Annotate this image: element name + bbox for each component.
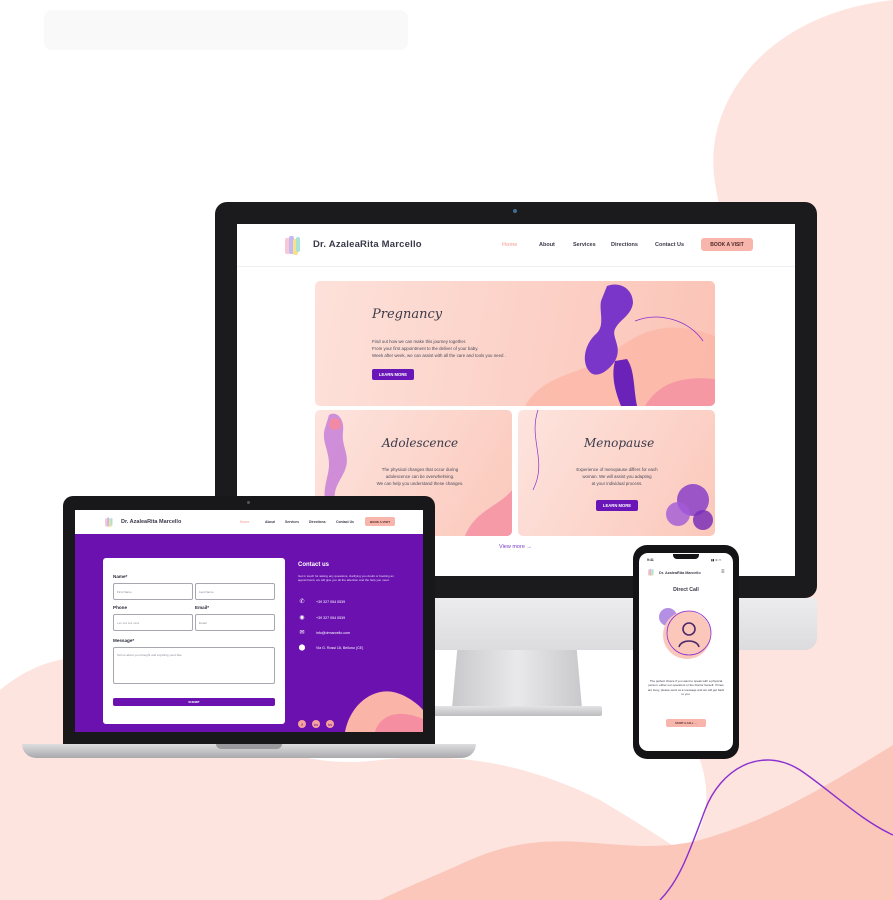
nav-directions[interactable]: Directions: [611, 242, 638, 248]
call-illustration: [659, 608, 712, 659]
book-visit-button[interactable]: BOOK A VISIT: [365, 517, 395, 526]
view-more-link[interactable]: View more →: [499, 544, 532, 550]
contact-phone-2[interactable]: +39 327 054 0539: [316, 616, 345, 620]
nav-contact[interactable]: Contact Us: [336, 520, 354, 524]
submit-button[interactable]: SUBMIT: [113, 698, 275, 706]
nav-directions[interactable]: Directions: [309, 520, 326, 524]
phone-icon: ✆: [299, 599, 305, 605]
laptop-notch: [216, 744, 282, 749]
laptop-navbar: Dr. AzaleaRita Marcello Home About Servi…: [75, 510, 423, 534]
status-time: 9:41: [647, 558, 654, 562]
adolescence-text-line: We can help you understand these changes…: [376, 481, 464, 486]
menopause-text: Experience of menopause differs for each…: [542, 466, 692, 487]
pregnancy-text-line: From your first appointment to the deliv…: [372, 346, 479, 351]
phone-screen: 9:41 ▮▮ ≋ ▭ Dr. AzaleaRita Marcello ≡ Di…: [639, 553, 733, 751]
phone-label: Phone: [113, 605, 128, 610]
email-label: Email*: [195, 605, 210, 610]
menopause-learn-more-button[interactable]: LEARN MORE: [596, 500, 638, 511]
instagram-icon[interactable]: in: [312, 720, 320, 728]
brand-name[interactable]: Dr. AzaleaRita Marcello: [313, 239, 422, 250]
camera: [513, 209, 517, 213]
laptop-screen: Dr. AzaleaRita Marcello Home About Servi…: [75, 510, 423, 732]
start-call-button[interactable]: START A CALL →: [666, 719, 706, 727]
pregnancy-card: Pregnancy Find out how we can make this …: [315, 281, 715, 406]
contact-address: Via G. Rossi 18, Belluno (CE): [316, 646, 364, 650]
menopause-title: Menopause: [584, 436, 655, 450]
brand-name[interactable]: Dr. AzaleaRita Marcello: [121, 519, 181, 525]
monitor-stand-base: [432, 706, 602, 716]
logo-icon: [105, 517, 113, 527]
menopause-card: Menopause Experience of menopause differ…: [518, 410, 715, 536]
monitor-stand: [452, 650, 582, 708]
logo-icon: [285, 236, 300, 255]
contact-address-row: ⬤ Via G. Rossi 18, Belluno (CE): [298, 644, 364, 652]
pregnancy-learn-more-button[interactable]: LEARN MORE: [372, 369, 414, 380]
adolescence-text-line: The physical changes that occur during: [381, 467, 459, 472]
facebook-icon[interactable]: f: [298, 720, 306, 728]
nav-home[interactable]: Home: [502, 242, 517, 248]
message-textarea[interactable]: Tell us about you thought and anything y…: [113, 647, 275, 684]
message-label: Message*: [113, 638, 135, 643]
camera: [247, 501, 250, 504]
nav-divider: [237, 266, 795, 267]
adolescence-title: Adolescence: [382, 436, 459, 450]
phone-input[interactable]: +xx xxx xxx xxxx: [113, 614, 193, 631]
pregnancy-text: Find out how we can make this journey to…: [372, 338, 572, 359]
book-visit-button[interactable]: BOOK A VISIT: [701, 238, 753, 251]
logo-icon: [648, 568, 654, 576]
nav-services[interactable]: Services: [285, 520, 299, 524]
nav-about[interactable]: About: [265, 520, 275, 524]
desktop-navbar: Dr. AzaleaRita Marcello Home About Servi…: [237, 224, 795, 266]
contact-email-row: ✉ info@drmarcello.com: [298, 629, 350, 637]
status-icons: ▮▮ ≋ ▭: [711, 558, 722, 562]
adolescence-text: The physical changes that occur during a…: [345, 466, 495, 487]
menopause-text-line: Experience of menopause differs for each: [576, 467, 658, 472]
pregnancy-text-line: Week after week, we can assist with all …: [372, 353, 506, 358]
hamburger-menu-icon[interactable]: ≡: [721, 569, 725, 575]
brand-name[interactable]: Dr. AzaleaRita Marcello: [659, 571, 701, 575]
contact-whatsapp-row: ◉ +39 327 054 0539: [298, 614, 345, 622]
direct-call-description: The perfect choice if you want to speak …: [647, 679, 725, 696]
email-input[interactable]: Email: [195, 614, 275, 631]
mail-icon: ✉: [299, 630, 305, 636]
whatsapp-icon: ◉: [299, 615, 305, 621]
first-name-input[interactable]: First Name: [113, 583, 193, 600]
nav-about[interactable]: About: [539, 242, 555, 248]
nav-home[interactable]: Home: [240, 520, 249, 524]
pregnancy-title: Pregnancy: [372, 307, 443, 322]
menopause-text-line: woman. We will assist you adapting: [582, 474, 652, 479]
name-label: Name*: [113, 574, 128, 579]
contact-phone-row: ✆ +39 327 054 0539: [298, 598, 345, 606]
last-name-input[interactable]: Last Name: [195, 583, 275, 600]
location-pin-icon: ⬤: [298, 645, 306, 651]
phone-notch: [673, 554, 699, 559]
pregnancy-text-line: Find out how we can make this journey to…: [372, 339, 467, 344]
contact-title: Contact us: [298, 562, 330, 568]
contact-section: Name* First Name Last Name Phone +xx xxx…: [75, 534, 423, 732]
contact-email[interactable]: info@drmarcello.com: [316, 631, 350, 635]
direct-call-heading: Direct Call: [673, 587, 699, 593]
smartphone: 9:41 ▮▮ ≋ ▭ Dr. AzaleaRita Marcello ≡ Di…: [633, 545, 739, 759]
contact-description: Get in touch for asking any questions, c…: [298, 574, 394, 583]
nav-services[interactable]: Services: [573, 242, 596, 248]
menopause-text-line: at your individual process.: [591, 481, 643, 486]
contact-form: Name* First Name Last Name Phone +xx xxx…: [103, 558, 285, 724]
nav-contact[interactable]: Contact Us: [655, 242, 684, 248]
adolescence-text-line: adolescence can be overwhelming.: [385, 474, 455, 479]
linkedin-icon[interactable]: in: [326, 720, 334, 728]
contact-phone-1[interactable]: +39 327 054 0539: [316, 600, 345, 604]
laptop: Dr. AzaleaRita Marcello Home About Servi…: [63, 496, 435, 744]
